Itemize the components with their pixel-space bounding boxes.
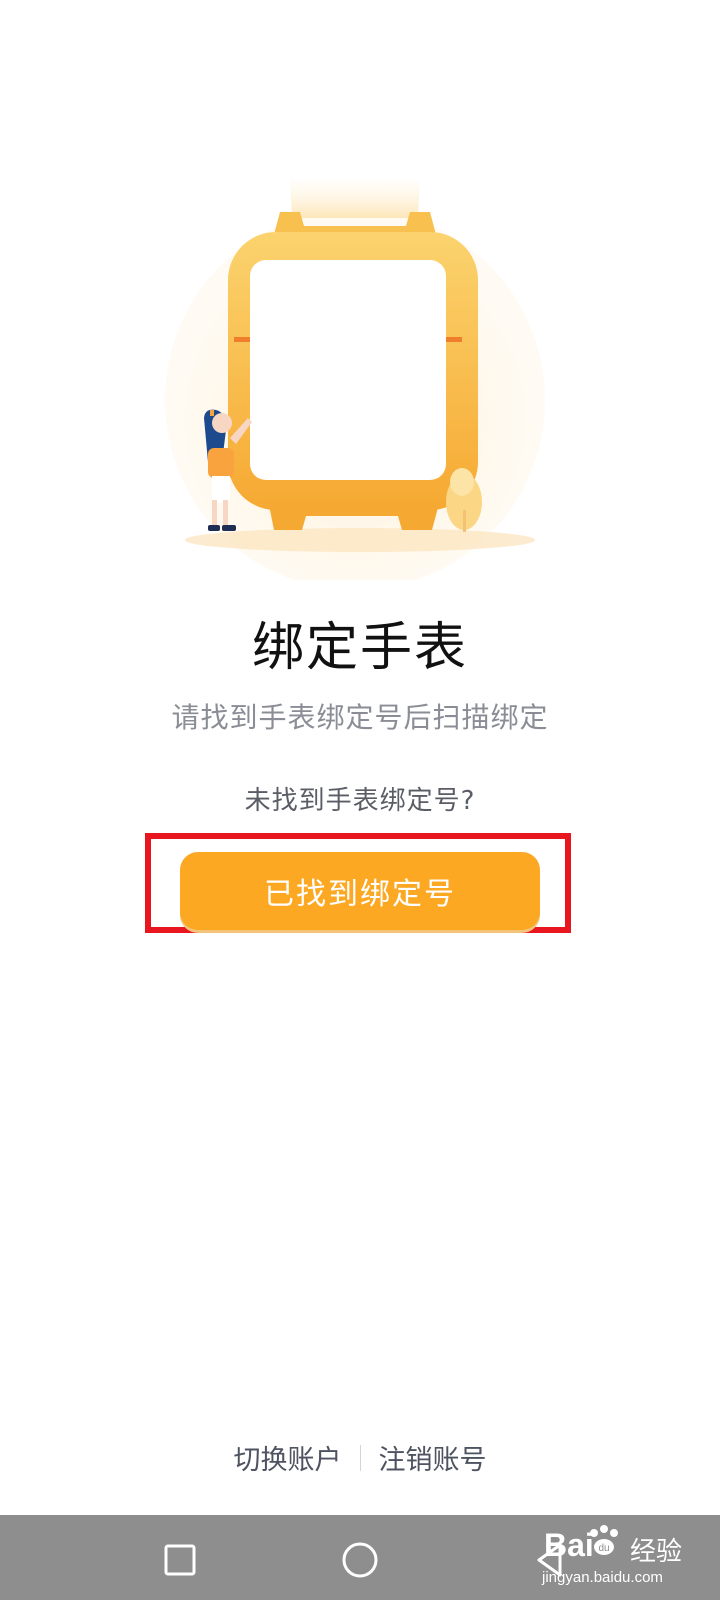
footer-links: 切换账户 注销账号 [0,1438,720,1477]
footer-divider [359,1444,361,1471]
page-subtitle: 请找到手表绑定号后扫描绑定 [171,701,549,734]
baidu-jingyan-watermark: Bai du 经验 jingyan.baidu.com [512,1513,702,1599]
circle-home-icon[interactable] [335,1535,385,1585]
side-button-left [234,337,250,342]
found-binding-number-button[interactable]: 已找到绑定号 [180,852,540,930]
binding-number-not-found-link[interactable]: 未找到手表绑定号? [0,780,720,817]
watch-screen [250,260,446,480]
watch-illustration [165,180,545,580]
watermark-suffix: 经验 [630,1537,683,1567]
ground-shadow [185,528,535,552]
svg-text:du: du [598,1543,609,1554]
switch-account-link[interactable]: 切换账户 [234,1445,342,1476]
page-title: 绑定手表 [251,618,468,678]
watermark-url: jingyan.baidu.com [542,1569,663,1586]
cancel-account-link[interactable]: 注销账号 [379,1445,487,1476]
side-button-right [446,337,462,342]
watch-strap-top [290,180,420,218]
square-recents-icon[interactable] [155,1535,205,1585]
paw-icon: du [590,1525,618,1555]
